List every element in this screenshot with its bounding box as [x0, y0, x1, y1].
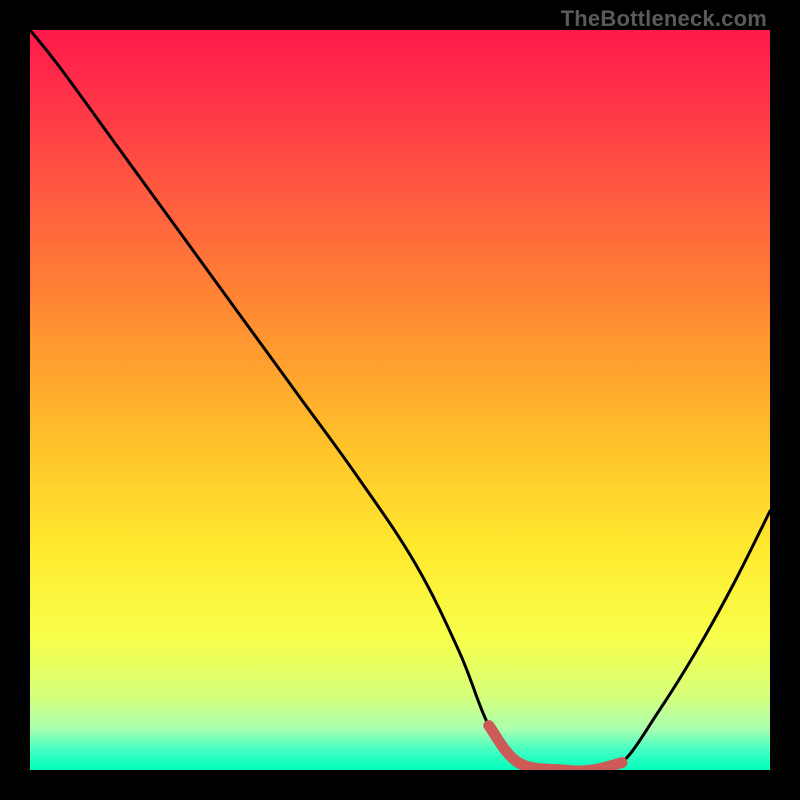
chart-background	[30, 30, 770, 770]
watermark-label: TheBottleneck.com	[561, 6, 767, 32]
bottleneck-chart	[30, 30, 770, 770]
